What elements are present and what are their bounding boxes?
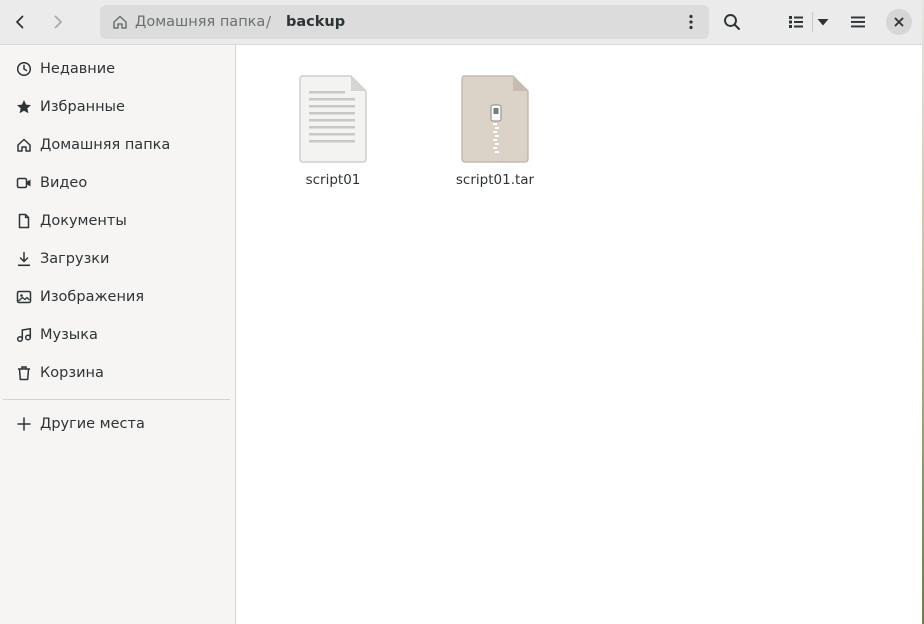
plus-icon [15,415,33,433]
vertical-dots-icon [689,14,693,30]
sidebar-item-recent[interactable]: Недавние [0,50,236,88]
chevron-right-icon [54,15,62,29]
breadcrumb-home[interactable]: Домашняя папка [112,5,265,39]
chevron-left-icon [16,15,24,29]
path-menu-button[interactable] [679,10,703,34]
sidebar-item-label: Корзина [40,365,104,381]
file-view: script01 script01.tar [237,45,922,624]
sidebar-item-label: Музыка [40,327,98,343]
sidebar-item-documents[interactable]: Документы [0,202,236,240]
clock-icon [15,60,33,78]
breadcrumb-current[interactable]: backup [286,5,345,39]
music-icon [15,326,33,344]
image-icon [15,288,33,306]
close-button[interactable] [886,9,912,35]
triangle-down-icon [817,19,829,26]
sidebar-item-label: Изображения [40,289,145,305]
download-icon [15,250,33,268]
list-view-icon [789,16,803,28]
home-icon [113,15,127,29]
star-icon [15,98,33,116]
search-icon [724,14,740,30]
path-bar: Домашняя папка / backup [100,5,709,39]
close-icon [894,17,904,27]
file-name: script01 [305,172,361,188]
sidebar-item-label: Избранные [40,99,125,115]
file-item[interactable]: script01 [268,73,398,203]
sidebar-item-downloads[interactable]: Загрузки [0,240,236,278]
sidebar-item-label: Загрузки [40,251,110,267]
sidebar: Недавние Избранные Домашняя папка Видео … [0,45,236,624]
trash-icon [15,364,33,382]
sidebar-item-label: Домашняя папка [40,137,171,153]
main-menu-button[interactable] [842,6,874,38]
search-button[interactable] [716,6,748,38]
sidebar-item-pictures[interactable]: Изображения [0,278,236,316]
sidebar-item-starred[interactable]: Избранные [0,88,236,126]
sidebar-item-label: Другие места [40,416,145,432]
sidebar-item-other-locations[interactable]: Другие места [0,405,236,443]
sidebar-item-videos[interactable]: Видео [0,164,236,202]
view-options-button[interactable] [808,6,838,38]
sidebar-item-label: Видео [40,175,88,191]
document-icon [15,212,33,230]
breadcrumb-home-label: Домашняя папка [135,14,266,30]
sidebar-separator [3,399,230,400]
archive-file-icon [430,75,560,163]
sidebar-item-trash[interactable]: Корзина [0,354,236,392]
home-icon [15,136,33,154]
forward-button[interactable] [42,6,74,38]
back-button[interactable] [4,6,36,38]
file-name: script01.tar [455,172,535,188]
file-item[interactable]: script01.tar [430,73,560,203]
sidebar-item-label: Недавние [40,61,116,77]
text-file-icon [268,75,398,163]
breadcrumb-separator: / [266,13,272,31]
sidebar-item-music[interactable]: Музыка [0,316,236,354]
video-icon [15,174,33,192]
sidebar-item-label: Документы [40,213,127,229]
hamburger-menu-icon [851,16,865,28]
header-bar: Домашняя папка / backup [0,0,922,45]
sidebar-item-home[interactable]: Домашняя папка [0,126,236,164]
